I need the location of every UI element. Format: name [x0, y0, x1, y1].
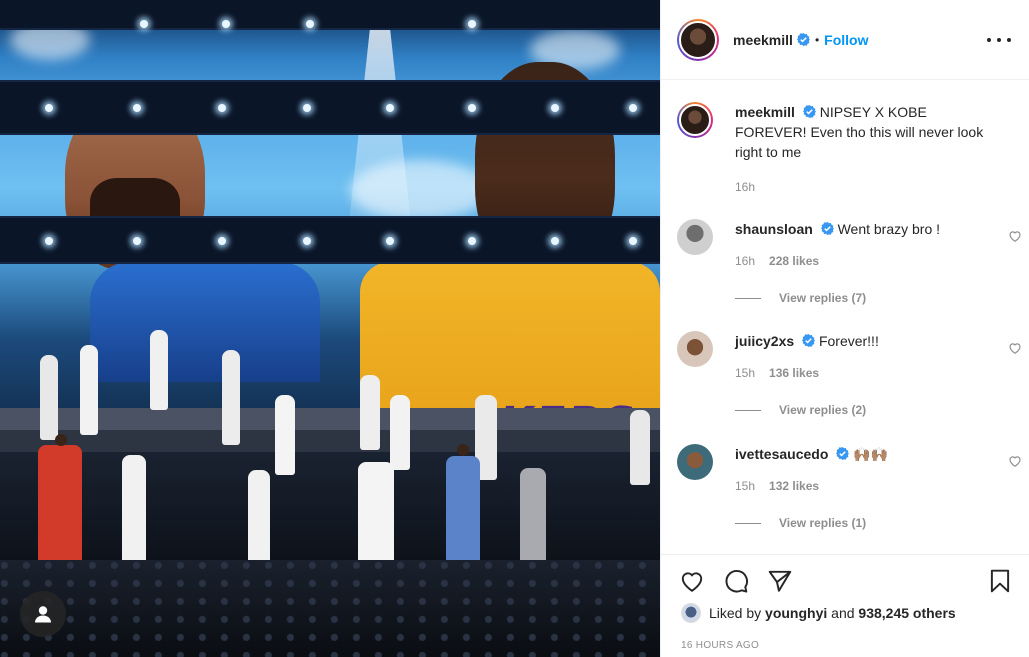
comment-likes[interactable]: 136 likes	[769, 366, 819, 380]
verified-icon	[802, 334, 816, 347]
audience	[0, 560, 660, 657]
comment-meta: 15h 136 likes	[735, 366, 819, 380]
comment-time[interactable]: 15h	[735, 366, 755, 380]
view-replies-button[interactable]: View replies (1)	[735, 516, 866, 530]
comment-avatar[interactable]	[677, 219, 713, 255]
liked-by-others[interactable]: 938,245 others	[858, 605, 955, 621]
comment-text: 🙌🏽🙌🏽	[853, 446, 889, 462]
performer-red-suit	[38, 445, 82, 565]
choir-member	[80, 345, 98, 435]
screen-shirt-left	[90, 262, 320, 382]
choir-member	[630, 410, 650, 485]
post-photo[interactable]: KERS	[0, 0, 660, 657]
stage-step	[0, 430, 660, 452]
choir-member	[275, 395, 295, 475]
choir-member	[222, 350, 240, 445]
likes-summary: Liked by younghyi and 938,245 others	[681, 603, 956, 623]
caption-username[interactable]: meekmill	[735, 104, 795, 120]
verified-icon	[820, 222, 834, 235]
share-icon[interactable]	[766, 568, 794, 594]
caption: meekmill NIPSEY X KOBE FOREVER! Even tho…	[677, 102, 1022, 202]
caption-text-block: meekmill NIPSEY X KOBE FOREVER! Even tho…	[735, 102, 1000, 162]
view-replies-button[interactable]: View replies (2)	[735, 403, 866, 417]
comments-list[interactable]: meekmill NIPSEY X KOBE FOREVER! Even tho…	[661, 80, 1029, 554]
choir-member	[40, 355, 58, 440]
comment-item: ivettesaucedo 🙌🏽🙌🏽 15h 132 likes View rep…	[677, 444, 1022, 534]
post-timestamp[interactable]: 16 HOURS AGO	[681, 640, 759, 651]
performer	[248, 470, 270, 565]
author-info: meekmill • Follow	[733, 32, 868, 48]
comment-like-icon[interactable]	[1008, 229, 1022, 243]
liked-by-connector: and	[831, 605, 855, 621]
comment-text-block: ivettesaucedo 🙌🏽🙌🏽	[735, 444, 1000, 464]
caption-avatar[interactable]	[677, 102, 713, 138]
verified-icon	[802, 105, 816, 118]
comment-text-block: juiicy2xs Forever!!!	[735, 331, 1000, 351]
stage-step	[0, 408, 660, 430]
view-replies-button[interactable]: View replies (7)	[735, 291, 866, 305]
performer-blue-suit	[446, 456, 480, 566]
comment-likes[interactable]: 228 likes	[769, 254, 819, 268]
verified-icon	[796, 33, 810, 46]
comment-time[interactable]: 15h	[735, 479, 755, 493]
comment-username[interactable]: ivettesaucedo	[735, 446, 828, 462]
performer	[358, 462, 394, 567]
post-header: meekmill • Follow	[661, 0, 1029, 80]
led-band-top	[0, 80, 660, 135]
choir-member	[390, 395, 410, 470]
performer	[520, 468, 546, 568]
choir-member	[150, 330, 168, 410]
led-band-ceiling	[0, 0, 660, 30]
comment-avatar[interactable]	[677, 331, 713, 367]
author-username[interactable]: meekmill	[733, 32, 793, 48]
liker-avatar[interactable]	[681, 603, 701, 623]
performer	[122, 455, 146, 565]
view-replies-label: View replies (1)	[779, 516, 867, 530]
post-actions: Liked by younghyi and 938,245 others 16 …	[661, 554, 1029, 657]
stage	[0, 440, 660, 580]
comment-text-block: shaunsloan Went brazy bro !	[735, 219, 1000, 239]
comment-avatar[interactable]	[677, 444, 713, 480]
choir-member	[360, 375, 380, 450]
comment-time[interactable]: 16h	[735, 254, 755, 268]
verified-icon	[836, 447, 850, 460]
view-replies-label: View replies (2)	[779, 403, 867, 417]
caption-time[interactable]: 16h	[735, 180, 755, 194]
comment-icon[interactable]	[722, 568, 750, 594]
bookmark-icon[interactable]	[987, 567, 1013, 595]
comment-username[interactable]: shaunsloan	[735, 221, 813, 237]
comment-like-icon[interactable]	[1008, 454, 1022, 468]
follow-button[interactable]: Follow	[824, 32, 868, 48]
view-replies-label: View replies (7)	[779, 291, 867, 305]
liked-by-user[interactable]: younghyi	[765, 605, 827, 621]
liked-by-prefix: Liked by	[709, 605, 762, 621]
separator-dot: •	[814, 32, 820, 47]
comment-meta: 16h 228 likes	[735, 254, 819, 268]
comment-username[interactable]: juiicy2xs	[735, 333, 794, 349]
comment-text: Forever!!!	[818, 333, 879, 349]
author-avatar[interactable]	[677, 18, 719, 61]
post-sidebar: meekmill • Follow meekmill NIPSEY X KOBE…	[660, 0, 1029, 657]
comment-item: juiicy2xs Forever!!! 15h 136 likes View r…	[677, 331, 1022, 421]
user-icon	[35, 606, 51, 623]
comment-like-icon[interactable]	[1008, 341, 1022, 355]
led-band-middle	[0, 216, 660, 264]
heart-icon[interactable]	[678, 568, 706, 594]
more-options-icon[interactable]	[987, 30, 1011, 50]
tagged-users-button[interactable]	[20, 591, 66, 637]
comment-item: shaunsloan Went brazy bro ! 16h 228 likes…	[677, 219, 1022, 309]
comment-text: Went brazy bro !	[837, 221, 941, 237]
comment-meta: 15h 132 likes	[735, 479, 819, 493]
comment-likes[interactable]: 132 likes	[769, 479, 819, 493]
